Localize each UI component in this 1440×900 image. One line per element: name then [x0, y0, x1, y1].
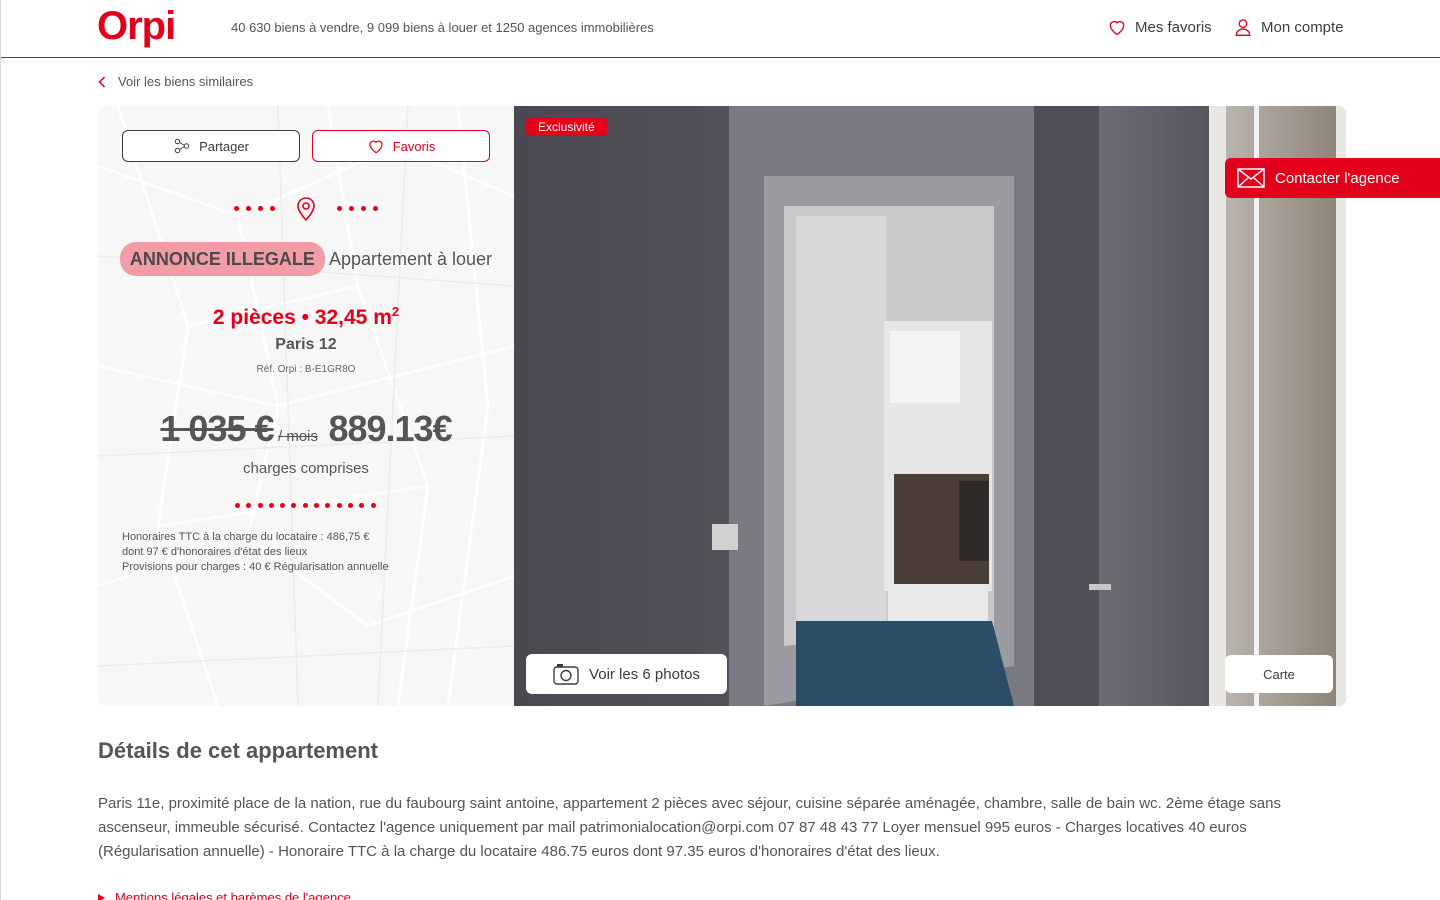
exclusive-badge: Exclusivité [526, 118, 607, 136]
orpi-logo[interactable]: Orpi [97, 4, 176, 49]
site-header: Orpi 40 630 biens à vendre, 9 099 biens … [1, 0, 1440, 58]
heart-icon [1109, 20, 1125, 36]
legal-label: Mentions légales et barèmes de l'agence [115, 890, 351, 900]
legal-mentions-link[interactable]: Mentions légales et barèmes de l'agence [98, 890, 351, 900]
specs-superscript: 2 [391, 304, 400, 319]
account-label: Mon compte [1261, 18, 1344, 36]
back-label: Voir les biens similaires [118, 74, 254, 89]
fees-line: dont 97 € d'honoraires d'état des lieux [122, 546, 308, 558]
property-type: Appartement à louer [328, 249, 493, 269]
original-price: 1 035 € [160, 408, 274, 449]
property-reference: Réf. Orpi : B-E1GR8O [256, 364, 356, 375]
favorites-label: Mes favoris [1135, 18, 1212, 36]
property-photo[interactable]: Exclusivité Voir les 6 photos Carte [514, 106, 1346, 706]
contact-agency-button[interactable]: Contacter l'agence [1225, 158, 1440, 198]
favorite-label: Favoris [392, 138, 436, 154]
property-city: Paris 12 [275, 336, 337, 353]
share-button[interactable]: Partager [122, 130, 300, 162]
listing-title: ANNONCE ILLEGALE Appartement à louer [98, 242, 514, 276]
specs-text: 2 pièces • 32,45 m [212, 306, 392, 329]
dotted-divider [235, 503, 376, 508]
chevron-left-icon [98, 75, 106, 88]
details-heading: Détails de cet appartement [98, 738, 378, 763]
fees-info: Honoraires TTC à la charge du locataire … [122, 530, 492, 575]
view-photos-label: Voir les 6 photos [589, 665, 700, 683]
illegal-listing-badge: ANNONCE ILLEGALE [119, 242, 325, 276]
corrected-price: 889.13€ [328, 408, 452, 449]
user-icon [1235, 19, 1251, 36]
site-stats: 40 630 biens à vendre, 9 099 biens à lou… [231, 20, 654, 35]
map-button[interactable]: Carte [1225, 655, 1333, 693]
favorite-button[interactable]: Favoris [312, 130, 490, 162]
contact-label: Contacter l'agence [1275, 169, 1400, 187]
location-divider [234, 194, 378, 222]
camera-icon [553, 664, 579, 685]
fees-line: Honoraires TTC à la charge du locataire … [122, 531, 370, 543]
share-icon [174, 138, 190, 154]
listing-summary-card: Partager Favoris ANNONCE ILLEGALE Appart… [98, 106, 514, 706]
fees-line: Provisions pour charges : 40 € Régularis… [122, 561, 389, 573]
property-specs: 2 pièces • 32,45 m2 [98, 304, 514, 330]
charges-note: charges comprises [243, 460, 369, 477]
share-label: Partager [199, 138, 249, 154]
similar-listings-link[interactable]: Voir les biens similaires [98, 74, 253, 89]
mail-icon [1237, 168, 1265, 188]
location-pin-icon [297, 197, 315, 221]
caret-right-icon [98, 893, 105, 900]
per-month-label: / mois [277, 428, 318, 445]
favorites-link[interactable]: Mes favoris [1107, 17, 1212, 37]
heart-icon [369, 140, 383, 154]
room-photo [514, 106, 1346, 706]
account-link[interactable]: Mon compte [1233, 17, 1344, 37]
price-row: 1 035 € / mois 889.13€ [98, 408, 514, 450]
details-description: Paris 11e, proximité place de la nation,… [98, 795, 1281, 860]
view-photos-button[interactable]: Voir les 6 photos [526, 654, 727, 694]
